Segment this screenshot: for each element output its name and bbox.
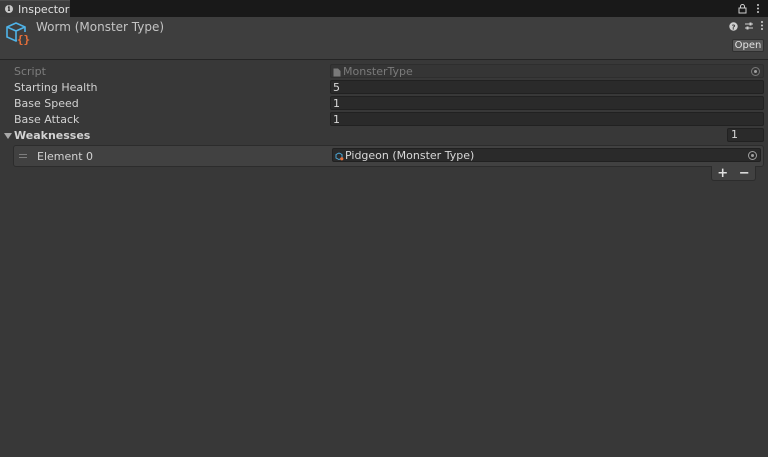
base-attack-input[interactable]: 1 (330, 112, 764, 126)
scriptable-object-icon: {} (5, 20, 31, 46)
list-footer: + − (711, 166, 756, 181)
settings-sliders-icon[interactable] (744, 21, 754, 34)
lock-icon[interactable] (738, 0, 747, 17)
svg-text:?: ? (731, 23, 735, 31)
foldout-arrow-icon[interactable] (4, 133, 12, 139)
starting-health-input[interactable]: 5 (330, 80, 764, 94)
base-speed-input[interactable]: 1 (330, 96, 764, 110)
open-button[interactable]: Open (732, 39, 764, 52)
header-icons: ? (729, 20, 764, 34)
remove-element-button[interactable]: − (739, 166, 750, 181)
inspector-header: {} Worm (Monster Type) ? Open (0, 17, 768, 60)
weaknesses-list: Element 0 Pidgeon (Monster Type) (13, 145, 764, 167)
tab-bar: i Inspector (0, 0, 768, 17)
script-value: MonsterType (343, 64, 413, 78)
help-icon[interactable]: ? (729, 21, 738, 34)
base-attack-label: Base Attack (14, 113, 80, 126)
weaknesses-size-input[interactable]: 1 (727, 128, 764, 142)
starting-health-label: Starting Health (14, 81, 98, 94)
add-element-button[interactable]: + (717, 166, 728, 181)
object-picker-icon (751, 67, 760, 76)
kebab-menu-icon[interactable] (760, 20, 764, 34)
tab-inspector[interactable]: i Inspector (0, 0, 70, 17)
element-0-label: Element 0 (37, 150, 94, 163)
tab-label: Inspector (18, 2, 70, 16)
object-picker-icon[interactable] (748, 151, 757, 160)
script-field: MonsterType (330, 64, 764, 78)
asset-title: Worm (Monster Type) (36, 20, 165, 34)
svg-text:{}: {} (17, 33, 30, 46)
script-file-icon (333, 67, 341, 76)
info-icon: i (5, 5, 13, 13)
kebab-menu-icon[interactable] (756, 0, 760, 17)
script-label: Script (14, 65, 46, 78)
scriptable-object-small-icon (335, 151, 344, 160)
base-speed-label: Base Speed (14, 97, 79, 110)
element-0-value: Pidgeon (Monster Type) (345, 148, 475, 162)
drag-handle-icon[interactable] (19, 154, 27, 158)
element-0-field[interactable]: Pidgeon (Monster Type) (332, 148, 761, 162)
weaknesses-label[interactable]: Weaknesses (14, 129, 90, 142)
